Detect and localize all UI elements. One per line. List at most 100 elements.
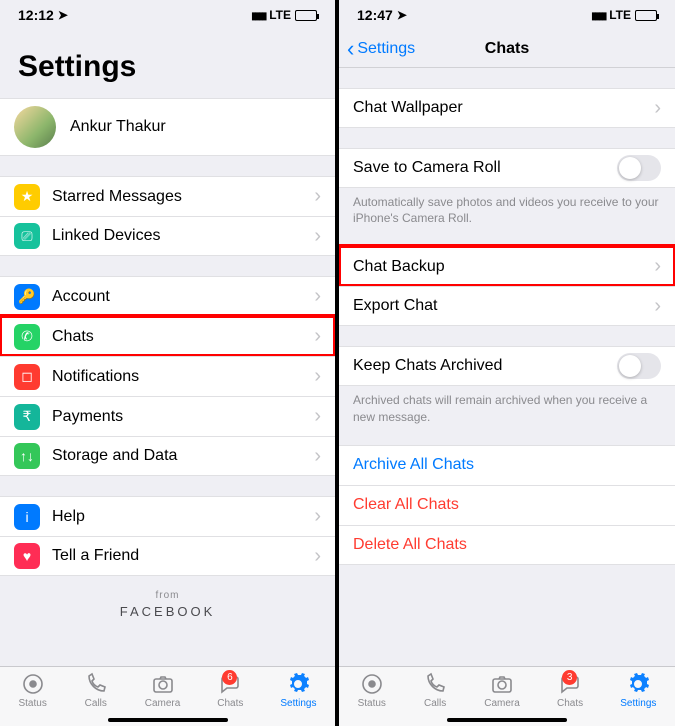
chevron-right-icon: ›: [314, 545, 321, 568]
star-icon: ★: [14, 184, 40, 210]
chevron-right-icon: ›: [314, 185, 321, 208]
tab-bar: Status Calls Camera 6 Chats Settings: [0, 666, 335, 726]
tab-label: Calls: [424, 698, 446, 709]
status-bar: 12:47 ➤ LTE: [339, 0, 675, 30]
tab-camera[interactable]: Camera: [484, 672, 520, 709]
chevron-right-icon: ›: [654, 295, 661, 318]
row-label: Clear All Chats: [353, 496, 661, 514]
row-linked-devices[interactable]: ⎚ Linked Devices ›: [0, 216, 335, 256]
info-icon: i: [14, 504, 40, 530]
tab-calls[interactable]: Calls: [84, 672, 108, 709]
whatsapp-icon: ✆: [14, 324, 40, 350]
row-save-camera-roll[interactable]: Save to Camera Roll: [339, 148, 675, 188]
tab-label: Status: [18, 698, 46, 709]
row-label: Chat Backup: [353, 258, 654, 276]
row-chats[interactable]: ✆ Chats ›: [0, 316, 335, 356]
clock: 12:47: [357, 7, 393, 23]
tab-camera[interactable]: Camera: [145, 672, 181, 709]
chevron-right-icon: ›: [314, 225, 321, 248]
chevron-right-icon: ›: [314, 405, 321, 428]
location-icon: ➤: [397, 8, 407, 22]
row-help[interactable]: i Help ›: [0, 496, 335, 536]
row-delete-all[interactable]: Delete All Chats: [339, 525, 675, 565]
toggle-keep-archived[interactable]: [617, 353, 661, 379]
chevron-right-icon: ›: [654, 255, 661, 278]
row-chat-backup[interactable]: Chat Backup ›: [339, 246, 675, 286]
tab-label: Chats: [557, 698, 583, 709]
row-payments[interactable]: ₹ Payments ›: [0, 396, 335, 436]
notifications-icon: ◻: [14, 364, 40, 390]
row-label: Tell a Friend: [52, 547, 314, 565]
hint-archived: Archived chats will remain archived when…: [339, 386, 675, 424]
status-icon: [21, 672, 45, 696]
row-label: Export Chat: [353, 297, 654, 315]
heart-icon: ♥: [14, 543, 40, 569]
tab-label: Camera: [484, 698, 520, 709]
tab-label: Settings: [620, 698, 656, 709]
row-notifications[interactable]: ◻ Notifications ›: [0, 356, 335, 396]
tab-bar: Status Calls Camera 3 Chats Settings: [339, 666, 675, 726]
row-label: Chat Wallpaper: [353, 99, 654, 117]
tab-label: Chats: [217, 698, 243, 709]
row-label: Archive All Chats: [353, 456, 661, 474]
back-label: Settings: [357, 40, 415, 58]
signal-icon: [251, 8, 265, 22]
row-label: Help: [52, 508, 314, 526]
tab-calls[interactable]: Calls: [423, 672, 447, 709]
row-storage-data[interactable]: ↑↓ Storage and Data ›: [0, 436, 335, 476]
row-label: Linked Devices: [52, 227, 314, 245]
tab-label: Calls: [85, 698, 107, 709]
chevron-left-icon: ‹: [347, 38, 354, 60]
row-chat-wallpaper[interactable]: Chat Wallpaper ›: [339, 88, 675, 128]
chevron-right-icon: ›: [314, 285, 321, 308]
camera-icon: [490, 672, 514, 696]
camera-icon: [151, 672, 175, 696]
row-label: Starred Messages: [52, 188, 314, 206]
profile-row[interactable]: Ankur Thakur: [0, 98, 335, 156]
network-label: LTE: [269, 8, 291, 22]
row-label: Save to Camera Roll: [353, 159, 617, 177]
toggle-camera-roll[interactable]: [617, 155, 661, 181]
row-label: Account: [52, 288, 314, 306]
phone-icon: [84, 672, 108, 696]
back-button[interactable]: ‹ Settings: [347, 38, 415, 60]
payments-icon: ₹: [14, 404, 40, 430]
row-label: Keep Chats Archived: [353, 357, 617, 375]
row-tell-friend[interactable]: ♥ Tell a Friend ›: [0, 536, 335, 576]
row-keep-archived[interactable]: Keep Chats Archived: [339, 346, 675, 386]
clock: 12:12: [18, 7, 54, 23]
profile-name: Ankur Thakur: [70, 118, 321, 136]
row-label: Payments: [52, 408, 314, 426]
row-starred-messages[interactable]: ★ Starred Messages ›: [0, 176, 335, 216]
tab-chats[interactable]: 6 Chats: [217, 672, 243, 709]
gear-icon: [286, 672, 310, 696]
tab-status[interactable]: Status: [358, 672, 386, 709]
row-clear-all[interactable]: Clear All Chats: [339, 485, 675, 525]
network-label: LTE: [609, 8, 631, 22]
avatar: [14, 106, 56, 148]
location-icon: ➤: [58, 8, 68, 22]
status-bar: 12:12 ➤ LTE: [0, 0, 335, 30]
phone-icon: [423, 672, 447, 696]
tab-settings[interactable]: Settings: [620, 672, 656, 709]
status-icon: [360, 672, 384, 696]
chevron-right-icon: ›: [314, 365, 321, 388]
chevron-right-icon: ›: [654, 97, 661, 120]
tab-settings[interactable]: Settings: [280, 672, 316, 709]
devices-icon: ⎚: [14, 223, 40, 249]
row-archive-all[interactable]: Archive All Chats: [339, 445, 675, 485]
row-label: Chats: [52, 328, 314, 346]
row-label: Storage and Data: [52, 447, 314, 465]
tab-label: Settings: [280, 698, 316, 709]
storage-icon: ↑↓: [14, 443, 40, 469]
home-indicator[interactable]: [447, 718, 567, 722]
row-export-chat[interactable]: Export Chat ›: [339, 286, 675, 326]
home-indicator[interactable]: [108, 718, 228, 722]
chevron-right-icon: ›: [314, 325, 321, 348]
tab-status[interactable]: Status: [18, 672, 46, 709]
nav-bar: ‹ Settings Chats: [339, 30, 675, 68]
chevron-right-icon: ›: [314, 505, 321, 528]
tab-chats[interactable]: 3 Chats: [557, 672, 583, 709]
tab-label: Camera: [145, 698, 181, 709]
row-account[interactable]: 🔑 Account ›: [0, 276, 335, 316]
